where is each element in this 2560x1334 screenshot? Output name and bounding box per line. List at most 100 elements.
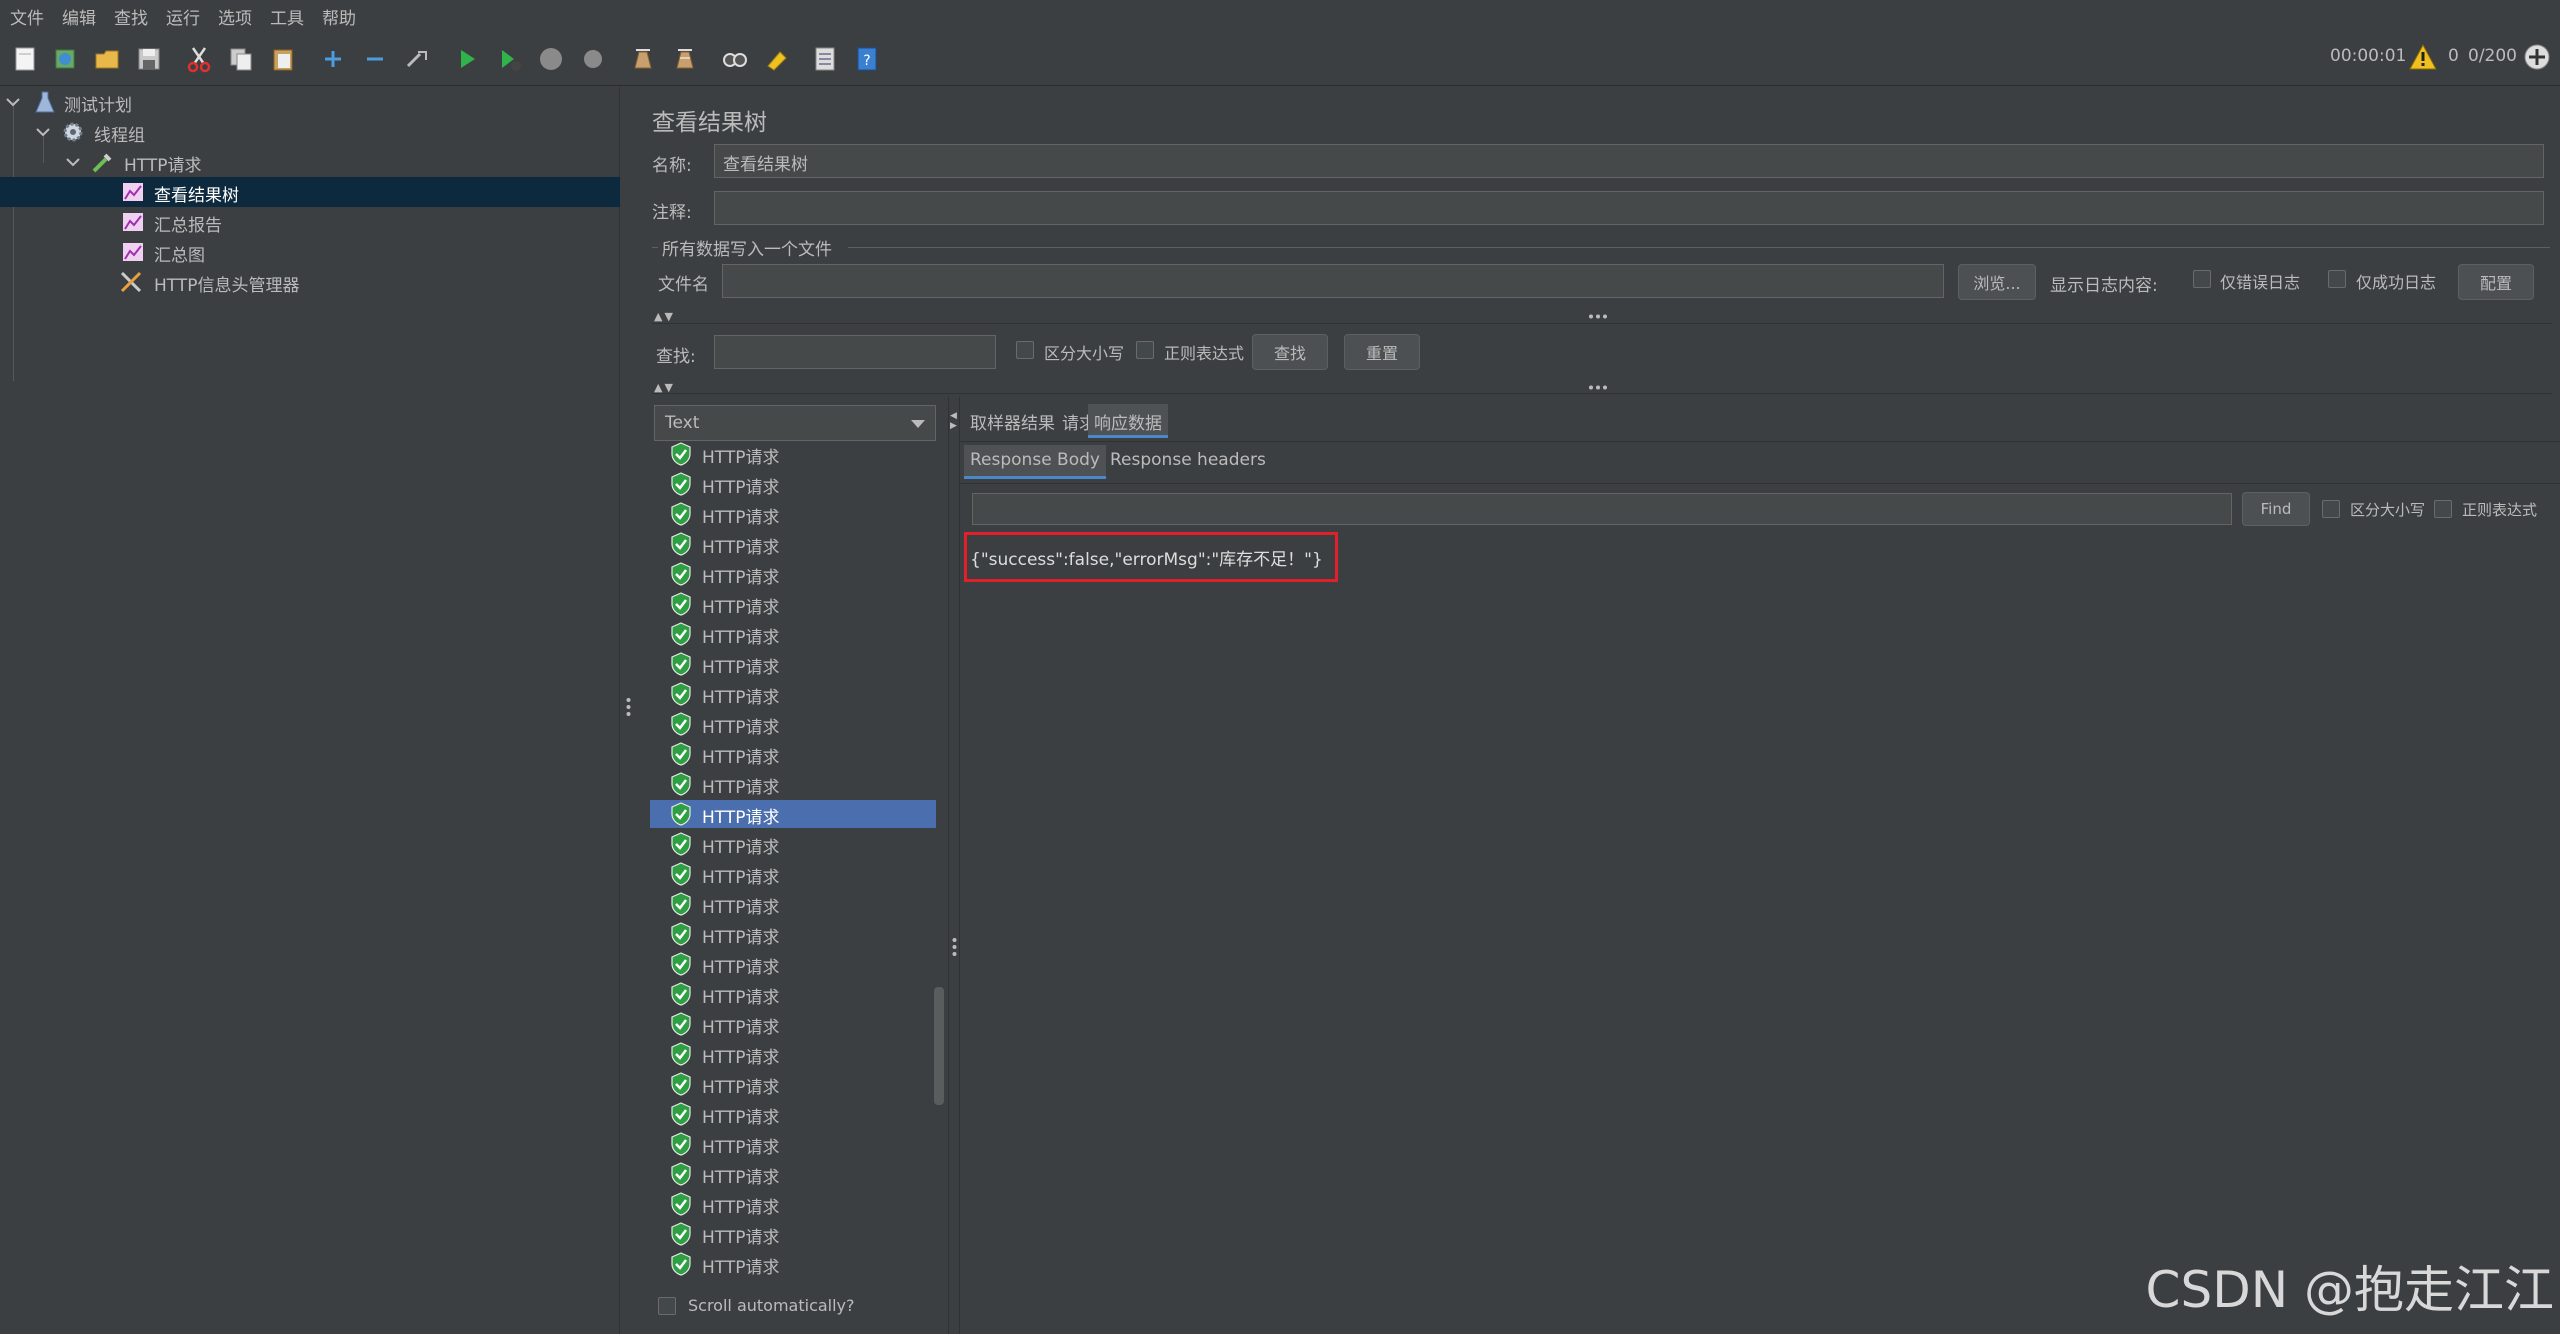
start-no-pause-icon[interactable] [492,42,526,76]
collapse-arrows-icon[interactable]: ▲▼ [654,310,675,323]
result-list-item[interactable]: HTTP请求 [650,830,936,858]
result-list-item[interactable]: HTTP请求 [650,1010,936,1038]
result-list-item[interactable]: HTTP请求 [650,740,936,768]
search-input[interactable] [714,335,996,369]
configure-button[interactable]: 配置 [2458,264,2534,300]
toggle-icon[interactable] [400,42,434,76]
result-list-item[interactable]: HTTP请求 [650,770,936,798]
result-list-item[interactable]: HTTP请求 [650,530,936,558]
results-splitter[interactable]: ◀ ▶ [948,397,960,1334]
tab-response-data[interactable]: 响应数据 [1088,404,1168,438]
vertical-splitter[interactable] [620,87,638,1334]
result-list-item[interactable]: HTTP请求 [650,500,936,528]
result-list-item[interactable]: HTTP请求 [650,650,936,678]
collapse-icon[interactable] [358,42,392,76]
drag-handle-icon[interactable] [1588,314,1608,319]
result-list-item[interactable]: HTTP请求 [650,800,936,828]
result-list-item[interactable]: HTTP请求 [650,1040,936,1068]
new-icon[interactable] [8,42,42,76]
tree-node-summary-report[interactable]: 汇总报告 [0,207,620,237]
result-list-item[interactable]: HTTP请求 [650,620,936,648]
response-regex-checkbox[interactable] [2434,500,2452,518]
menu-edit[interactable]: 编辑 [58,4,110,29]
name-field[interactable]: 查看结果树 [714,144,2544,178]
menu-search[interactable]: 查找 [110,4,162,29]
response-body-text[interactable]: {"success":false,"errorMsg":"库存不足！"} [970,545,1323,570]
start-icon[interactable] [450,42,484,76]
drag-handle-icon[interactable] [1588,385,1608,390]
filename-field[interactable] [722,264,1944,298]
result-list-item[interactable]: HTTP请求 [650,1250,936,1278]
result-list-item[interactable]: HTTP请求 [650,980,936,1008]
response-case-checkbox[interactable] [2322,500,2340,518]
menu-help[interactable]: 帮助 [318,4,370,29]
chevron-down-icon[interactable] [64,153,82,171]
result-list-item[interactable]: HTTP请求 [650,1070,936,1098]
tree-node-http-request[interactable]: HTTP请求 [0,147,620,177]
search-icon[interactable] [718,42,752,76]
chevron-down-icon[interactable] [4,93,22,111]
tab-sampler-result[interactable]: 取样器结果 [964,404,1061,438]
result-list-item[interactable]: HTTP请求 [650,1130,936,1158]
response-search-input[interactable] [972,493,2232,525]
stop-icon[interactable] [534,42,568,76]
success-shield-icon [671,712,691,736]
tree-node-header-manager[interactable]: HTTP信息头管理器 [0,267,620,297]
errors-only-checkbox[interactable] [2193,270,2211,288]
result-list-item[interactable]: HTTP请求 [650,1160,936,1188]
success-only-checkbox[interactable] [2328,270,2346,288]
menu-options[interactable]: 选项 [214,4,266,29]
case-sensitive-checkbox[interactable] [1016,341,1034,359]
result-list-item[interactable]: HTTP请求 [650,1100,936,1128]
chevron-down-icon[interactable] [34,123,52,141]
reset-button[interactable]: 重置 [1344,334,1420,370]
menu-tools[interactable]: 工具 [266,4,318,29]
cut-icon[interactable] [182,42,216,76]
expand-icon[interactable] [316,42,350,76]
renderer-select[interactable]: Text [654,405,936,441]
regex-checkbox[interactable] [1136,341,1154,359]
remote-start-icon[interactable] [2520,40,2554,74]
help-icon[interactable]: ? [850,42,884,76]
copy-icon[interactable] [224,42,258,76]
tree-node-test-plan[interactable]: 测试计划 [0,87,620,117]
tree-node-thread-group[interactable]: 线程组 [0,117,620,147]
function-helper-icon[interactable] [808,42,842,76]
result-list-item[interactable]: HTTP请求 [650,590,936,618]
result-list-item[interactable]: HTTP请求 [650,470,936,498]
clear-all-icon[interactable] [668,42,702,76]
result-list-item[interactable]: HTTP请求 [650,920,936,948]
results-scrollbar[interactable] [934,987,944,1105]
save-icon[interactable] [132,42,166,76]
tab-response-headers[interactable]: Response headers [1104,445,1272,479]
scroll-automatically-checkbox[interactable] [658,1297,676,1315]
result-list-item[interactable]: HTTP请求 [650,890,936,918]
reset-search-icon[interactable] [760,42,794,76]
comment-field[interactable] [714,191,2544,225]
warning-icon[interactable] [2406,40,2440,74]
tree-node-view-results-tree[interactable]: 查看结果树 [0,177,620,207]
result-list-item[interactable]: HTTP请求 [650,560,936,588]
result-list-item[interactable]: HTTP请求 [650,680,936,708]
result-list-item[interactable]: HTTP请求 [650,710,936,738]
tree-node-summary-graph[interactable]: 汇总图 [0,237,620,267]
result-list-item[interactable]: HTTP请求 [650,1190,936,1218]
result-list-item[interactable]: HTTP请求 [650,860,936,888]
splitter-arrows-icon[interactable]: ◀ ▶ [950,411,957,431]
result-list-item[interactable]: HTTP请求 [650,950,936,978]
result-list-item[interactable]: HTTP请求 [650,440,936,468]
clear-icon[interactable] [626,42,660,76]
open-icon[interactable] [90,42,124,76]
drag-handle-icon[interactable] [952,937,957,957]
menu-run[interactable]: 运行 [162,4,214,29]
browse-button[interactable]: 浏览... [1958,264,2036,300]
drag-handle-icon[interactable] [626,697,631,717]
templates-icon[interactable] [48,42,82,76]
result-list-item[interactable]: HTTP请求 [650,1220,936,1248]
shutdown-icon[interactable] [576,42,610,76]
paste-icon[interactable] [266,42,300,76]
response-find-button[interactable]: Find [2242,492,2310,526]
menu-file[interactable]: 文件 [6,4,58,29]
tab-response-body[interactable]: Response Body [964,445,1106,479]
find-button[interactable]: 查找 [1252,334,1328,370]
